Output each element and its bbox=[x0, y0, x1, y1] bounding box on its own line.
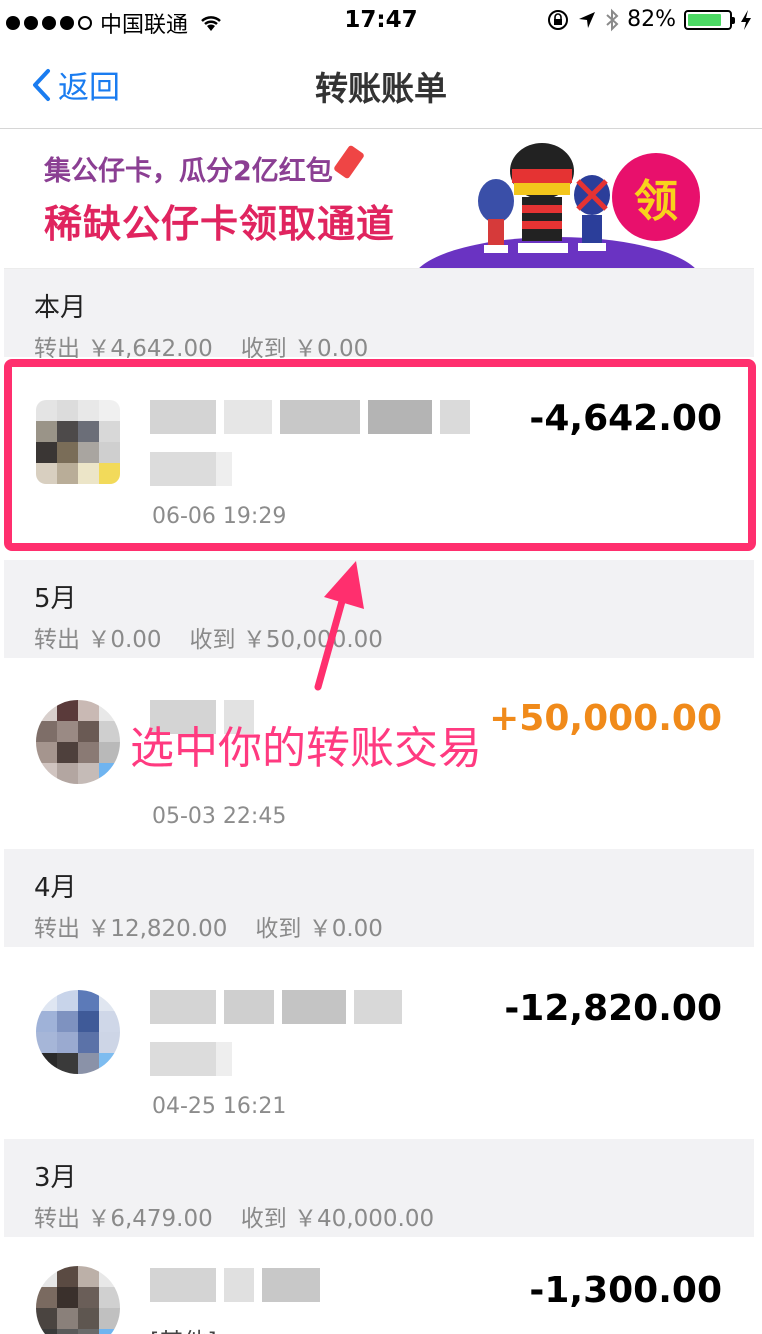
battery-level-fill bbox=[688, 13, 721, 26]
month-header: 本月 转出 ￥4,642.00 收到 ￥0.00 bbox=[4, 269, 754, 362]
claim-badge-label: 领 bbox=[634, 176, 678, 227]
transaction-date: 05-03 22:45 bbox=[152, 804, 287, 829]
battery-percent: 82% bbox=[627, 7, 676, 32]
transaction-amount: +50,000.00 bbox=[489, 698, 722, 739]
avatar bbox=[36, 700, 120, 784]
mascot-figures-icon bbox=[478, 143, 610, 253]
highlight-box bbox=[4, 359, 756, 551]
month-summary: 转出 ￥6,479.00 收到 ￥40,000.00 bbox=[34, 1206, 435, 1232]
transaction-row[interactable]: 04-25 16:21 -12,820.00 bbox=[4, 948, 754, 1138]
transaction-date: 04-25 16:21 bbox=[152, 1094, 287, 1119]
battery-icon bbox=[684, 9, 735, 30]
status-bar: 中国联通 17:47 82% bbox=[0, 0, 762, 42]
transaction-amount: -1,300.00 bbox=[529, 1270, 722, 1311]
month-label: 5月 bbox=[34, 584, 77, 614]
bluetooth-icon bbox=[606, 8, 619, 31]
avatar bbox=[36, 1266, 120, 1334]
month-header: 3月 转出 ￥6,479.00 收到 ￥40,000.00 bbox=[4, 1139, 754, 1237]
month-header: 4月 转出 ￥12,820.00 收到 ￥0.00 bbox=[4, 849, 754, 947]
month-label: 本月 bbox=[34, 293, 87, 323]
month-label: 4月 bbox=[34, 873, 77, 903]
transaction-note: [其他] bbox=[150, 1322, 217, 1334]
banner-subtitle: 集公仔卡，瓜分2亿红包 bbox=[44, 156, 333, 187]
month-label: 3月 bbox=[34, 1163, 77, 1193]
banner-title: 稀缺公仔卡领取通道 bbox=[44, 202, 396, 246]
transaction-amount: -12,820.00 bbox=[504, 988, 722, 1029]
orientation-lock-icon bbox=[548, 9, 569, 30]
blurred-name bbox=[150, 1268, 320, 1302]
arrow-up-icon bbox=[314, 561, 364, 691]
annotation-text: 选中你的转账交易 bbox=[130, 723, 482, 774]
page-title: 转账账单 bbox=[315, 69, 447, 108]
blurred-detail bbox=[150, 1042, 232, 1076]
nav-bar: 返回 转账账单 bbox=[0, 42, 762, 129]
avatar bbox=[36, 990, 120, 1074]
location-arrow-icon bbox=[579, 11, 596, 28]
blurred-name bbox=[150, 990, 402, 1024]
transaction-row[interactable]: [其他] -1,300.00 bbox=[4, 1238, 754, 1334]
red-ticket-icon bbox=[333, 144, 365, 180]
month-summary: 转出 ￥12,820.00 收到 ￥0.00 bbox=[34, 916, 383, 942]
promo-banner[interactable]: 集公仔卡，瓜分2亿红包 稀缺公仔卡领取通道 领 bbox=[4, 129, 754, 269]
claim-badge[interactable]: 领 bbox=[612, 153, 700, 241]
charging-bolt-icon bbox=[741, 9, 751, 30]
